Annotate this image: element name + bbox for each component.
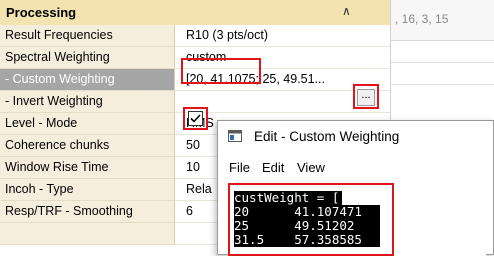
divider <box>391 62 494 63</box>
invert-weighting-checkbox[interactable] <box>188 111 203 126</box>
property-label: Level - Mode <box>0 113 175 135</box>
menu-bar: File Edit View <box>218 158 493 180</box>
divider <box>391 84 494 85</box>
code-line: 31.5 57.358585 <box>234 233 380 247</box>
checkmark-icon <box>190 114 201 123</box>
code-editor[interactable]: custWeight = [ 20 41.107471 25 49.51202 … <box>230 186 486 256</box>
sequence-text: , 16, 3, 15 <box>395 12 449 26</box>
property-label: Spectral Weighting <box>0 47 175 69</box>
row-custom-weighting[interactable]: - Custom Weighting [20, 41.1075; 25, 49.… <box>0 69 390 91</box>
property-value[interactable]: R10 (3 pts/oct) <box>175 25 390 47</box>
code-line: 25 49.51202 <box>234 219 380 233</box>
right-panel-header: , 16, 3, 15 <box>391 0 494 41</box>
collapse-chevron-icon[interactable]: ∧ <box>342 4 351 18</box>
dialog-title: Edit - Custom Weighting <box>254 129 400 144</box>
property-value[interactable]: [20, 41.1075; 25, 49.51... <box>175 69 390 91</box>
property-label <box>0 223 175 245</box>
menu-file[interactable]: File <box>229 160 250 175</box>
dialog-titlebar[interactable]: Edit - Custom Weighting <box>218 121 493 153</box>
property-label: Window Rise Time <box>0 157 175 179</box>
menu-edit[interactable]: Edit <box>262 160 284 175</box>
row-invert-weighting[interactable]: - Invert Weighting <box>0 91 390 113</box>
edit-custom-weighting-dialog: Edit - Custom Weighting File Edit View c… <box>217 120 494 256</box>
property-label: Resp/TRF - Smoothing <box>0 201 175 223</box>
property-label: Result Frequencies <box>0 25 175 47</box>
property-value[interactable]: custom <box>175 47 390 69</box>
property-label: - Invert Weighting <box>0 91 175 113</box>
code-line: 20 41.107471 <box>234 205 380 219</box>
window-app-icon <box>228 130 242 142</box>
code-line: custWeight = [ <box>234 191 342 205</box>
property-label: Incoh - Type <box>0 179 175 201</box>
property-label: - Custom Weighting <box>0 69 175 91</box>
property-label: Coherence chunks <box>0 135 175 157</box>
menu-view[interactable]: View <box>297 160 325 175</box>
row-spectral-weighting[interactable]: Spectral Weighting custom <box>0 47 390 69</box>
row-result-frequencies[interactable]: Result Frequencies R10 (3 pts/oct) <box>0 25 390 47</box>
section-title: Processing <box>6 5 77 20</box>
processing-header[interactable]: Processing ∧ <box>0 0 390 26</box>
ellipsis-button[interactable]: ... <box>357 89 375 106</box>
